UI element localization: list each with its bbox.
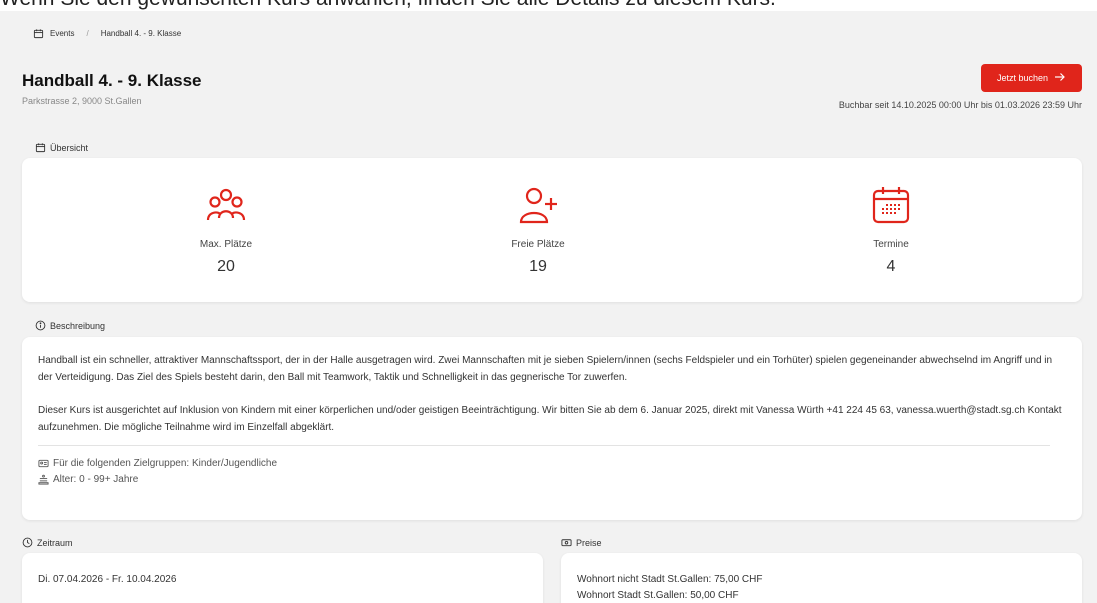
top-banner-text: Wenn Sie den gewünschten Kurs anwählen, …	[0, 0, 1097, 11]
event-address: Parkstrasse 2, 9000 St.Gallen	[22, 96, 142, 106]
bookable-period: Buchbar seit 14.10.2025 00:00 Uhr bis 01…	[838, 100, 1082, 110]
price-item: Wohnort Stadt St.Gallen: 50,00 CHF	[577, 590, 739, 601]
prices-section-label: Preise	[561, 537, 602, 548]
breadcrumb-events-link[interactable]: Events	[50, 29, 74, 38]
stat-max-places: Max. Plätze 20	[76, 185, 376, 276]
price-item: Wohnort nicht Stadt St.Gallen: 75,00 CHF	[577, 574, 763, 585]
breadcrumb-current: Handball 4. - 9. Klasse	[100, 29, 182, 38]
id-card-icon	[38, 458, 49, 469]
overview-section-label: Übersicht	[35, 142, 88, 153]
stat-label: Max. Plätze	[199, 239, 253, 250]
timeframe-value: Di. 07.04.2026 - Fr. 10.04.2026	[38, 574, 177, 585]
stat-value: 19	[529, 258, 547, 275]
page-title: Handball 4. - 9. Klasse	[22, 71, 202, 90]
stat-label: Termine	[873, 239, 909, 250]
overview-card: Max. Plätze 20 Freie Plätze 19 Termine 4	[22, 158, 1082, 302]
arrow-right-icon	[1054, 72, 1066, 84]
description-divider	[38, 445, 1050, 446]
calendar-small-icon	[35, 142, 46, 153]
users-icon	[206, 188, 246, 221]
stat-label: Freie Plätze	[511, 239, 565, 250]
book-now-button[interactable]: Jetzt buchen	[981, 64, 1082, 92]
breadcrumb-separator: /	[86, 29, 89, 38]
stat-value: 4	[886, 258, 896, 275]
stat-free-places: Freie Plätze 19	[388, 185, 688, 276]
timeframe-card: Di. 07.04.2026 - Fr. 10.04.2026	[22, 553, 543, 603]
age-scale-icon	[38, 474, 49, 485]
target-groups-line: Für die folgenden Zielgruppen: Kinder/Ju…	[38, 458, 1066, 469]
description-paragraph-2: Dieser Kurs ist ausgerichtet auf Inklusi…	[38, 405, 1062, 433]
clock-icon	[22, 537, 33, 548]
prices-card: Wohnort nicht Stadt St.Gallen: 75,00 CHF…	[561, 553, 1082, 603]
book-now-label: Jetzt buchen	[996, 73, 1049, 83]
timeframe-section-label: Zeitraum	[22, 537, 73, 548]
stat-value: 20	[217, 258, 235, 275]
timeframe-label: Zeitraum	[37, 537, 73, 548]
user-plus-icon	[519, 187, 557, 224]
target-groups-text: Für die folgenden Zielgruppen: Kinder/Ju…	[53, 458, 278, 469]
stat-appointments: Termine 4	[741, 185, 1041, 276]
breadcrumb: Events / Handball 4. - 9. Klasse	[33, 28, 181, 39]
calendar-small-icon	[33, 28, 44, 39]
overview-label: Übersicht	[50, 142, 89, 153]
calendar-icon	[872, 187, 910, 224]
description-paragraph-1: Handball ist ein schneller, attraktiver …	[38, 355, 1053, 383]
prices-label: Preise	[576, 537, 602, 548]
description-label: Beschreibung	[50, 320, 106, 331]
description-card: Handball ist ein schneller, attraktiver …	[22, 337, 1082, 520]
age-line: Alter: 0 - 99+ Jahre	[38, 474, 1066, 485]
description-section-label: Beschreibung	[35, 320, 105, 331]
age-text: Alter: 0 - 99+ Jahre	[53, 474, 139, 485]
money-icon	[561, 537, 572, 548]
info-icon	[35, 320, 46, 331]
